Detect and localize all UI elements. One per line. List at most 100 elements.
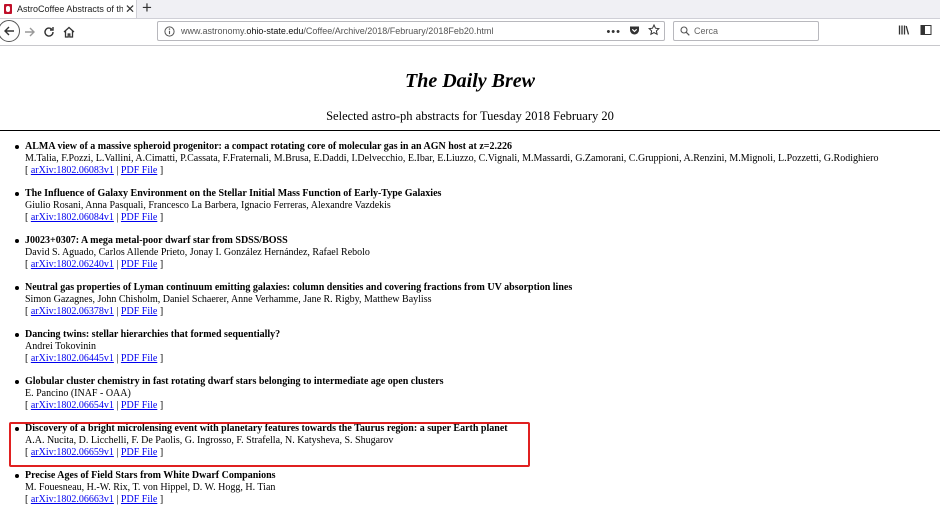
osu-favicon-icon	[4, 4, 12, 14]
paper-title: The Influence of Galaxy Environment on t…	[25, 188, 442, 199]
paper-title: ALMA view of a massive spheroid progenit…	[25, 141, 512, 152]
bullet	[15, 333, 19, 337]
library-icon[interactable]	[898, 23, 910, 41]
navigation-toolbar: www.astronomy.ohio-state.edu/Coffee/Arch…	[0, 19, 940, 46]
browser-tab[interactable]: AstroCoffee Abstracts of the D ✕	[0, 0, 137, 18]
paper-authors: Giulio Rosani, Anna Pasquali, Francesco …	[25, 200, 391, 211]
pdf-link[interactable]: PDF File	[121, 212, 157, 223]
paper-links: [ arXiv:1802.06083v1 | PDF File ]	[25, 165, 879, 177]
url-domain: ohio-state.edu	[246, 26, 304, 36]
link-bracket-close: ]	[157, 400, 164, 411]
paper-item: J0023+0307: A mega metal-poor dwarf star…	[0, 235, 879, 271]
search-icon	[680, 26, 690, 36]
paper-item: ALMA view of a massive spheroid progenit…	[0, 141, 879, 177]
reload-button[interactable]	[39, 22, 59, 42]
arxiv-link[interactable]: arXiv:1802.06659v1	[31, 447, 114, 458]
arxiv-link[interactable]: arXiv:1802.06654v1	[31, 400, 114, 411]
bullet	[15, 239, 19, 243]
bullet	[15, 474, 19, 478]
paper-links: [ arXiv:1802.06084v1 | PDF File ]	[25, 212, 879, 224]
arxiv-link[interactable]: arXiv:1802.06378v1	[31, 306, 114, 317]
paper-links: [ arXiv:1802.06445v1 | PDF File ]	[25, 353, 879, 365]
paper-authors: M. Fouesneau, H.-W. Rix, T. von Hippel, …	[25, 482, 276, 493]
page-subtitle: Selected astro-ph abstracts for Tuesday …	[326, 109, 614, 123]
sidebar-icon[interactable]	[920, 23, 932, 41]
bullet	[15, 145, 19, 149]
paper-authors: Simon Gazagnes, John Chisholm, Daniel Sc…	[25, 294, 432, 305]
forward-arrow-icon	[25, 27, 35, 37]
paper-title: Neutral gas properties of Lyman continuu…	[25, 282, 573, 293]
bullet	[15, 427, 19, 431]
reload-icon	[44, 27, 54, 37]
home-button[interactable]	[59, 22, 79, 42]
bullet	[15, 192, 19, 196]
paper-links: [ arXiv:1802.06654v1 | PDF File ]	[25, 400, 879, 412]
paper-authors: E. Pancino (INAF - OAA)	[25, 388, 131, 399]
back-arrow-icon	[4, 26, 14, 36]
arxiv-link[interactable]: arXiv:1802.06240v1	[31, 259, 114, 270]
star-icon[interactable]	[647, 23, 661, 41]
link-separator: |	[113, 353, 121, 364]
bullet	[15, 380, 19, 384]
paper-title: J0023+0307: A mega metal-poor dwarf star…	[25, 235, 288, 246]
paper-authors: David S. Aguado, Carlos Allende Prieto, …	[25, 247, 370, 258]
url-path: /Coffee/Archive/2018/February/2018Feb20.…	[303, 26, 494, 36]
paper-list: ALMA view of a massive spheroid progenit…	[0, 141, 879, 517]
pdf-link[interactable]: PDF File	[121, 494, 157, 505]
paper-title: Precise Ages of Field Stars from White D…	[25, 470, 276, 481]
url-bar[interactable]: www.astronomy.ohio-state.edu/Coffee/Arch…	[157, 21, 665, 41]
arxiv-link[interactable]: arXiv:1802.06663v1	[31, 494, 114, 505]
close-icon[interactable]: ✕	[125, 0, 135, 18]
paper-item: The Influence of Galaxy Environment on t…	[0, 188, 879, 224]
home-icon	[63, 26, 75, 38]
pdf-link[interactable]: PDF File	[121, 353, 157, 364]
paper-item: Discovery of a bright microlensing event…	[0, 423, 879, 459]
pdf-link[interactable]: PDF File	[121, 447, 157, 458]
paper-links: [ arXiv:1802.06240v1 | PDF File ]	[25, 259, 879, 271]
plus-icon[interactable]: +	[142, 0, 152, 17]
page-content: The Daily Brew Selected astro-ph abstrac…	[0, 46, 940, 512]
paper-item: Globular cluster chemistry in fast rotat…	[0, 376, 879, 412]
paper-item: Dancing twins: stellar hierarchies that …	[0, 329, 879, 365]
search-placeholder: Cerca	[694, 26, 719, 36]
paper-title: Discovery of a bright microlensing event…	[25, 423, 508, 434]
link-separator: |	[113, 400, 121, 411]
link-separator: |	[113, 259, 121, 270]
paper-authors: A.A. Nucita, D. Licchelli, F. De Paolis,…	[25, 435, 394, 446]
paper-item: Neutral gas properties of Lyman continuu…	[0, 282, 879, 318]
link-bracket-close: ]	[157, 353, 164, 364]
page-title: The Daily Brew	[405, 70, 535, 92]
arxiv-link[interactable]: arXiv:1802.06445v1	[31, 353, 114, 364]
tab-bar: AstroCoffee Abstracts of the D ✕ +	[0, 0, 940, 19]
url-text: www.astronomy.ohio-state.edu/Coffee/Arch…	[181, 26, 493, 36]
arxiv-link[interactable]: arXiv:1802.06083v1	[31, 165, 114, 176]
forward-button[interactable]	[20, 22, 40, 42]
pdf-link[interactable]: PDF File	[121, 306, 157, 317]
arxiv-link[interactable]: arXiv:1802.06084v1	[31, 212, 114, 223]
link-bracket-close: ]	[157, 259, 164, 270]
link-separator: |	[113, 306, 121, 317]
link-bracket-close: ]	[157, 494, 164, 505]
back-button[interactable]	[0, 20, 20, 42]
paper-links: [ arXiv:1802.06378v1 | PDF File ]	[25, 306, 879, 318]
pdf-link[interactable]: PDF File	[121, 259, 157, 270]
pocket-icon[interactable]	[629, 23, 640, 41]
link-separator: |	[113, 165, 121, 176]
paper-item: Precise Ages of Field Stars from White D…	[0, 470, 879, 506]
pdf-link[interactable]: PDF File	[121, 400, 157, 411]
ellipsis-icon[interactable]: •••	[606, 26, 621, 38]
link-bracket-close: ]	[157, 447, 164, 458]
url-prefix: www.astronomy.	[181, 26, 247, 36]
pdf-link[interactable]: PDF File	[121, 165, 157, 176]
bullet	[15, 286, 19, 290]
paper-authors: M.Talia, F.Pozzi, L.Vallini, A.Cimatti, …	[25, 153, 879, 164]
paper-authors: Andrei Tokovinin	[25, 341, 97, 352]
link-separator: |	[113, 447, 121, 458]
link-separator: |	[113, 494, 121, 505]
info-icon[interactable]	[164, 25, 175, 37]
paper-links: [ arXiv:1802.06659v1 | PDF File ]	[25, 447, 879, 459]
paper-links: [ arXiv:1802.06663v1 | PDF File ]	[25, 494, 879, 506]
search-bar[interactable]: Cerca	[673, 21, 819, 41]
link-bracket-close: ]	[157, 165, 164, 176]
link-bracket-close: ]	[157, 306, 164, 317]
